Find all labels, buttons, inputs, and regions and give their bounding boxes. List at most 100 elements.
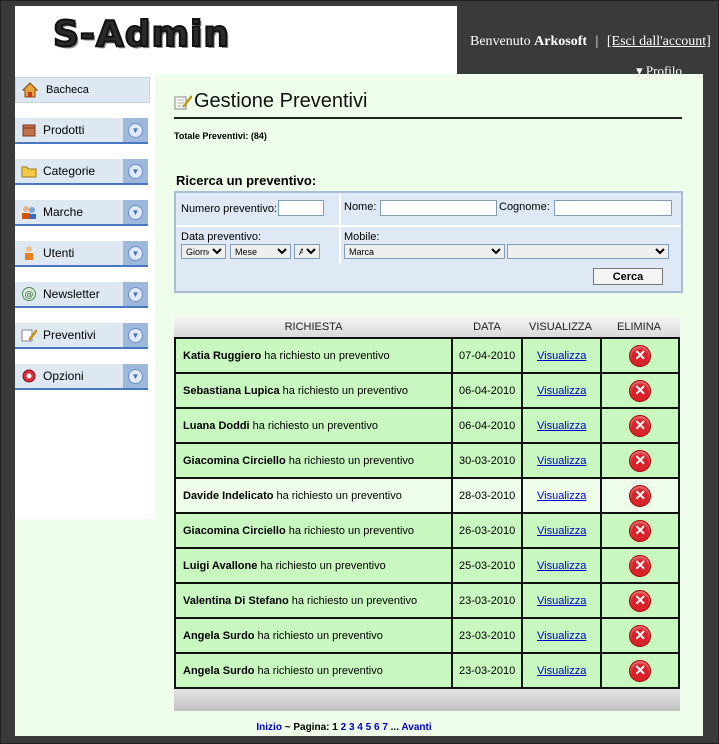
modello-select[interactable] xyxy=(507,244,669,259)
sidebar-item-categorie[interactable]: Categorie ▼ xyxy=(15,159,148,185)
view-link[interactable]: Visualizza xyxy=(537,420,586,432)
cognome-label: Cognome: xyxy=(499,201,550,213)
delete-cell: ✕ xyxy=(602,374,678,407)
welcome-prefix: Benvenuto xyxy=(470,34,531,49)
request-text: ha richiesto un preventivo xyxy=(291,594,418,607)
logo[interactable]: S-Admin xyxy=(52,13,230,56)
view-link[interactable]: Visualizza xyxy=(537,350,586,362)
expand-button[interactable]: ▼ xyxy=(123,323,148,347)
richiesta-cell: Katia Ruggiero ha richiesto un preventivo xyxy=(176,339,454,372)
view-link[interactable]: Visualizza xyxy=(537,630,586,642)
view-link[interactable]: Visualizza xyxy=(537,490,586,502)
gear-icon xyxy=(22,369,36,383)
date-cell: 07-04-2010 xyxy=(453,339,523,372)
marca-select[interactable]: Marca xyxy=(344,244,505,259)
customer-name: Angela Surdo xyxy=(183,629,255,642)
sidebar-item-marche[interactable]: Marche ▼ xyxy=(15,200,148,226)
table-row: Valentina Di Stefano ha richiesto un prev… xyxy=(174,584,680,619)
expand-button[interactable]: ▼ xyxy=(123,200,148,224)
chevron-down-icon: ▼ xyxy=(128,204,143,220)
sidebar-item-utenti[interactable]: Utenti ▼ xyxy=(15,241,148,267)
delete-icon[interactable]: ✕ xyxy=(629,554,652,577)
pager-page-link[interactable]: 3 xyxy=(349,722,355,733)
pager-label: ~ Pagina: xyxy=(284,722,330,733)
header-user-area: Benvenuto Arkosoft | [Esci dall'account]… xyxy=(458,6,711,78)
view-link[interactable]: Visualizza xyxy=(537,455,586,467)
view-cell: Visualizza xyxy=(523,444,603,477)
sidebar-item-newsletter[interactable]: @ Newsletter ▼ xyxy=(15,282,148,308)
chevron-down-icon: ▼ xyxy=(128,327,143,343)
sidebar-item-label: Categorie xyxy=(43,164,96,178)
expand-button[interactable]: ▼ xyxy=(123,364,148,388)
delete-icon[interactable]: ✕ xyxy=(629,589,652,612)
pager-page-link[interactable]: 5 xyxy=(366,722,372,733)
richiesta-cell: Davide Indelicato ha richiesto un prevent… xyxy=(176,479,454,512)
expand-button[interactable]: ▼ xyxy=(123,118,148,142)
sidebar-item-label: Preventivi xyxy=(43,328,96,342)
pager-ellipsis: ... xyxy=(390,722,399,733)
sidebar: Bacheca Prodotti ▼ Categorie ▼ Marche ▼ Utenti… xyxy=(15,74,155,519)
giorno-select[interactable]: Giorno xyxy=(181,244,226,259)
mese-select[interactable]: Mese xyxy=(230,244,291,259)
folder-icon xyxy=(21,166,37,178)
request-text: ha richiesto un preventivo xyxy=(288,524,415,537)
pager-page-link[interactable]: 7 xyxy=(382,722,388,733)
view-link[interactable]: Visualizza xyxy=(537,560,586,572)
request-text: ha richiesto un preventivo xyxy=(257,629,383,642)
sidebar-item-bacheca[interactable]: Bacheca xyxy=(15,77,150,103)
view-link[interactable]: Visualizza xyxy=(537,525,586,537)
expand-button[interactable]: ▼ xyxy=(123,282,148,306)
delete-icon[interactable]: ✕ xyxy=(629,624,652,647)
delete-cell: ✕ xyxy=(602,339,678,372)
delete-icon[interactable]: ✕ xyxy=(629,414,652,437)
table-row: Luigi Avallone ha richiesto un preventivo… xyxy=(174,549,680,584)
expand-button[interactable]: ▼ xyxy=(123,241,148,265)
view-link[interactable]: Visualizza xyxy=(537,665,586,677)
date-cell: 23-03-2010 xyxy=(453,584,523,617)
delete-icon[interactable]: ✕ xyxy=(629,344,652,367)
richiesta-cell: Angela Surdo ha richiesto un preventivo xyxy=(176,619,454,652)
svg-text:@: @ xyxy=(25,290,34,300)
view-link[interactable]: Visualizza xyxy=(537,385,586,397)
pager-page-link[interactable]: 2 xyxy=(341,722,347,733)
expand-button[interactable]: ▼ xyxy=(123,159,148,183)
header-logo-area: S-Admin xyxy=(15,6,457,74)
pager-start[interactable]: Inizio xyxy=(256,722,282,733)
cognome-input[interactable] xyxy=(554,200,672,216)
pager-page-link[interactable]: 4 xyxy=(357,722,363,733)
numero-input[interactable] xyxy=(278,200,324,216)
delete-icon[interactable]: ✕ xyxy=(629,379,652,402)
view-cell: Visualizza xyxy=(523,479,603,512)
richiesta-cell: Giacomina Circiello ha richiesto un preve… xyxy=(176,514,454,547)
request-text: ha richiesto un preventivo xyxy=(276,489,402,502)
delete-cell: ✕ xyxy=(602,654,678,687)
mobile-label: Mobile: xyxy=(344,231,380,243)
delete-icon[interactable]: ✕ xyxy=(629,519,652,542)
customer-name: Giacomina Circiello xyxy=(183,524,286,537)
view-cell: Visualizza xyxy=(523,374,603,407)
view-link[interactable]: Visualizza xyxy=(537,595,586,607)
pager-page-link[interactable]: 6 xyxy=(374,722,380,733)
delete-icon[interactable]: ✕ xyxy=(629,449,652,472)
edit-icon xyxy=(174,94,192,109)
delete-icon[interactable]: ✕ xyxy=(629,659,652,682)
nome-input[interactable] xyxy=(380,200,497,216)
date-cell: 06-04-2010 xyxy=(453,409,523,442)
search-form: Numero preventivo: Nome: Cognome: Data p… xyxy=(174,191,683,293)
total-count: Totale Preventivi: (84) xyxy=(174,131,267,141)
pager-next[interactable]: Avanti xyxy=(401,722,431,733)
sidebar-item-prodotti[interactable]: Prodotti ▼ xyxy=(15,118,148,144)
delete-icon[interactable]: ✕ xyxy=(629,484,652,507)
richiesta-cell: Sebastiana Lupica ha richiesto un prevent… xyxy=(176,374,454,407)
chevron-down-icon: ▼ xyxy=(128,245,143,261)
table-row: Angela Surdo ha richiesto un preventivo 23… xyxy=(174,619,680,654)
delete-cell: ✕ xyxy=(602,619,678,652)
view-cell: Visualizza xyxy=(523,514,603,547)
cerca-button[interactable]: Cerca xyxy=(593,268,663,285)
anno-select[interactable]: Anno xyxy=(294,244,320,259)
customer-name: Angela Surdo xyxy=(183,664,255,677)
sidebar-item-preventivi[interactable]: Preventivi ▼ xyxy=(15,323,148,349)
logout-link[interactable]: [Esci dall'account] xyxy=(607,34,711,49)
sidebar-item-opzioni[interactable]: Opzioni ▼ xyxy=(15,364,148,390)
chevron-down-icon: ▼ xyxy=(128,163,143,179)
